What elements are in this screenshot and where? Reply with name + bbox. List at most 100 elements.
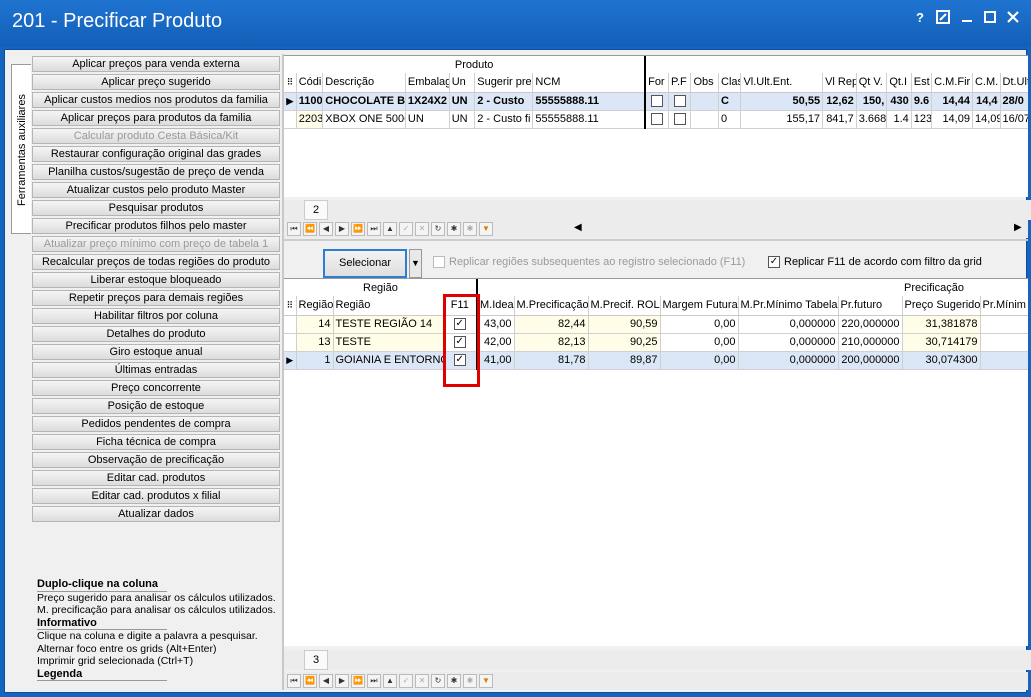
- table-row[interactable]: 14 TESTE REGIÃO 14 ✓ 43,00 82,44 90,59 0…: [284, 315, 1028, 334]
- cell[interactable]: 13: [296, 333, 334, 352]
- cell[interactable]: 28/0: [1000, 92, 1028, 111]
- tool-button[interactable]: Aplicar custos medios nos produtos da fa…: [32, 92, 280, 108]
- tool-button[interactable]: Pesquisar produtos: [32, 200, 280, 216]
- cell[interactable]: UN: [405, 110, 450, 129]
- cell[interactable]: 55555888.11: [532, 92, 646, 111]
- col-header[interactable]: Pr.Mínim: [980, 296, 1028, 316]
- col-header[interactable]: Vl Rep: [822, 73, 857, 93]
- cell[interactable]: 82,44: [514, 315, 589, 334]
- col-header[interactable]: M.Precif. ROL: [588, 296, 661, 316]
- cell[interactable]: 0,000000: [738, 315, 839, 334]
- cell[interactable]: 430: [886, 92, 912, 111]
- tool-button[interactable]: Posição de estoque: [32, 398, 280, 414]
- table-row[interactable]: 2203 XBOX ONE 500G UN UN 2 - Custo fi 55…: [284, 110, 1028, 129]
- prev-page-icon[interactable]: ⏪: [303, 222, 317, 236]
- filter-icon[interactable]: ▼: [479, 674, 493, 688]
- cell[interactable]: 841,7: [822, 110, 857, 129]
- tool-button[interactable]: Atualizar custos pelo produto Master: [32, 182, 280, 198]
- cell[interactable]: TESTE: [333, 333, 444, 352]
- tool-button[interactable]: Atualizar dados: [32, 506, 280, 522]
- cell[interactable]: 90,25: [588, 333, 661, 352]
- cell[interactable]: 0,000000: [738, 351, 839, 370]
- prev-record-icon[interactable]: ◀: [319, 674, 333, 688]
- col-header[interactable]: Obs: [690, 73, 720, 93]
- cancel-icon[interactable]: ✕: [415, 674, 429, 688]
- tool-button[interactable]: Precificar produtos filhos pelo master: [32, 218, 280, 234]
- cell[interactable]: UN: [449, 92, 476, 111]
- cell[interactable]: 3.668: [856, 110, 888, 129]
- tool-button[interactable]: Giro estoque anual: [32, 344, 280, 360]
- col-header[interactable]: Est: [911, 73, 933, 93]
- tool-button[interactable]: Habilitar filtros por coluna: [32, 308, 280, 324]
- cell[interactable]: 14,09: [972, 110, 1001, 129]
- scroll-right-icon[interactable]: ▶: [1014, 222, 1022, 233]
- cell[interactable]: TESTE REGIÃO 14: [333, 315, 444, 334]
- chevron-down-icon[interactable]: ▼: [409, 249, 422, 278]
- tool-button[interactable]: Pedidos pendentes de compra: [32, 416, 280, 432]
- post-icon[interactable]: ✓: [399, 674, 413, 688]
- cell[interactable]: 12,62: [822, 92, 857, 111]
- prev-page-icon[interactable]: ⏪: [303, 674, 317, 688]
- tool-button[interactable]: Recalcular preços de todas regiões do pr…: [32, 254, 280, 270]
- tool-button[interactable]: Restaurar configuração original das grad…: [32, 146, 280, 162]
- cell[interactable]: 50,55: [740, 92, 824, 111]
- clear-filter-icon[interactable]: ✱: [463, 674, 477, 688]
- cell[interactable]: 0,00: [660, 333, 739, 352]
- refresh-icon[interactable]: ↻: [431, 222, 445, 236]
- cell[interactable]: UN: [449, 110, 476, 129]
- cell[interactable]: 55555888.11: [532, 110, 646, 129]
- edit-icon[interactable]: [935, 10, 951, 26]
- last-record-icon[interactable]: ⏭: [367, 222, 381, 236]
- cell[interactable]: 200,000000: [838, 351, 903, 370]
- col-header[interactable]: Região: [296, 296, 334, 316]
- col-header[interactable]: Qt.I: [886, 73, 912, 93]
- col-header[interactable]: Preço Sugerido: [902, 296, 981, 316]
- cell[interactable]: 14,44: [931, 92, 973, 111]
- tool-button[interactable]: Observação de precificação: [32, 452, 280, 468]
- cell[interactable]: 81,78: [514, 351, 589, 370]
- checkbox[interactable]: [668, 110, 692, 129]
- cell[interactable]: 0: [718, 110, 742, 129]
- cell[interactable]: [690, 110, 720, 129]
- cell[interactable]: 1.4: [886, 110, 912, 129]
- cell[interactable]: 1X24X2: [405, 92, 450, 111]
- last-record-icon[interactable]: ⏭: [367, 674, 381, 688]
- cell[interactable]: 14: [296, 315, 334, 334]
- cell[interactable]: CHOCOLATE B: [322, 92, 406, 111]
- close-button[interactable]: [1005, 10, 1021, 26]
- scroll-left-icon[interactable]: ◀: [574, 222, 582, 233]
- tool-button[interactable]: Liberar estoque bloqueado: [32, 272, 280, 288]
- tool-button[interactable]: Aplicar preços para produtos da familia: [32, 110, 280, 126]
- col-header[interactable]: Dt.Ult: [1000, 73, 1028, 93]
- col-header[interactable]: For: [644, 73, 670, 93]
- checkbox[interactable]: [668, 92, 692, 111]
- cell[interactable]: 16/07: [1000, 110, 1028, 129]
- tool-button[interactable]: Editar cad. produtos x filial: [32, 488, 280, 504]
- column-chooser-icon[interactable]: ⠿: [284, 296, 297, 316]
- tool-button[interactable]: Editar cad. produtos: [32, 470, 280, 486]
- cell[interactable]: 42,00: [476, 333, 515, 352]
- cell[interactable]: 1: [296, 351, 334, 370]
- cell[interactable]: 90,59: [588, 315, 661, 334]
- cell[interactable]: 9.6: [911, 92, 933, 111]
- cell[interactable]: 82,13: [514, 333, 589, 352]
- col-header[interactable]: M.Pr.Mínimo Tabela: [738, 296, 839, 316]
- clear-filter-icon[interactable]: ✱: [463, 222, 477, 236]
- refresh-icon[interactable]: ↻: [431, 674, 445, 688]
- col-header[interactable]: P.F: [668, 73, 692, 93]
- insert-icon[interactable]: ▲: [383, 222, 397, 236]
- replicate-filter-checkbox[interactable]: ✓ Replicar F11 de acordo com filtro da gr…: [768, 256, 982, 269]
- col-header[interactable]: M.Ideal: [476, 296, 515, 316]
- cell[interactable]: 89,87: [588, 351, 661, 370]
- col-header[interactable]: Códi: [296, 73, 324, 93]
- region-grid[interactable]: Região Precificação ⠿ Região Região F11 …: [284, 278, 1028, 646]
- checkbox[interactable]: [644, 110, 670, 129]
- cell[interactable]: 150,: [856, 92, 888, 111]
- col-header[interactable]: Pr.futuro: [838, 296, 903, 316]
- col-header[interactable]: Descrição: [322, 73, 406, 93]
- maximize-button[interactable]: [982, 10, 998, 26]
- product-grid[interactable]: Produto ⠿ Códi Descrição Embalag Un Suge…: [284, 55, 1028, 197]
- cell[interactable]: 30,714179: [902, 333, 981, 352]
- tool-button[interactable]: Planilha custos/sugestão de preço de ven…: [32, 164, 280, 180]
- cell[interactable]: [980, 315, 1028, 334]
